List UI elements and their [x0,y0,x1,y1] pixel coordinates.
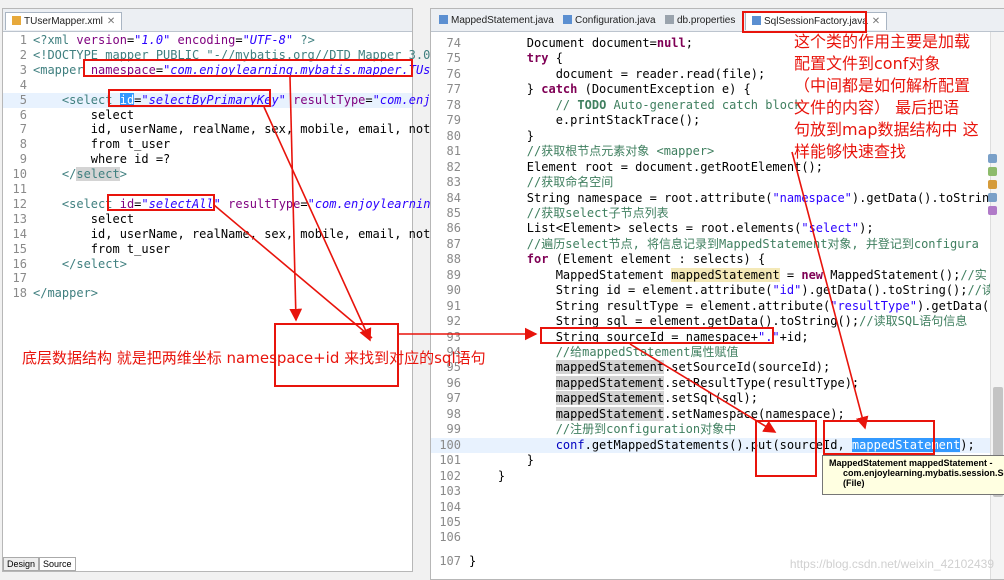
class-purpose-note-line: 句放到map数据结构中 这 [794,120,979,139]
arrow-namespace-to-key [289,76,303,322]
class-purpose-note-line: 样能够快速查找 [794,142,907,161]
watermark: https://blog.csdn.net/weixin_42102439 [789,557,994,571]
class-purpose-note-line: （中间都是如何解析配置 [794,76,971,95]
class-purpose-note-line: 这个类的作用主要是加载 [794,32,971,51]
class-purpose-note-line: 配置文件到conf对象 [794,54,941,73]
class-purpose-note: 这个类的作用主要是加载 配置文件到conf对象 （中间都是如何解析配置 文件的内容） … [794,31,979,163]
arrow-sourceid-to-put [629,343,777,433]
data-structure-note: 底层数据结构 就是把两维坐标 namespace+id 来找到对应的sql语句 [22,349,486,367]
class-purpose-note-line: 文件的内容） 最后把语 [794,98,960,117]
arrow-id-to-key [263,106,372,342]
arrow-note-to-put [791,151,869,430]
